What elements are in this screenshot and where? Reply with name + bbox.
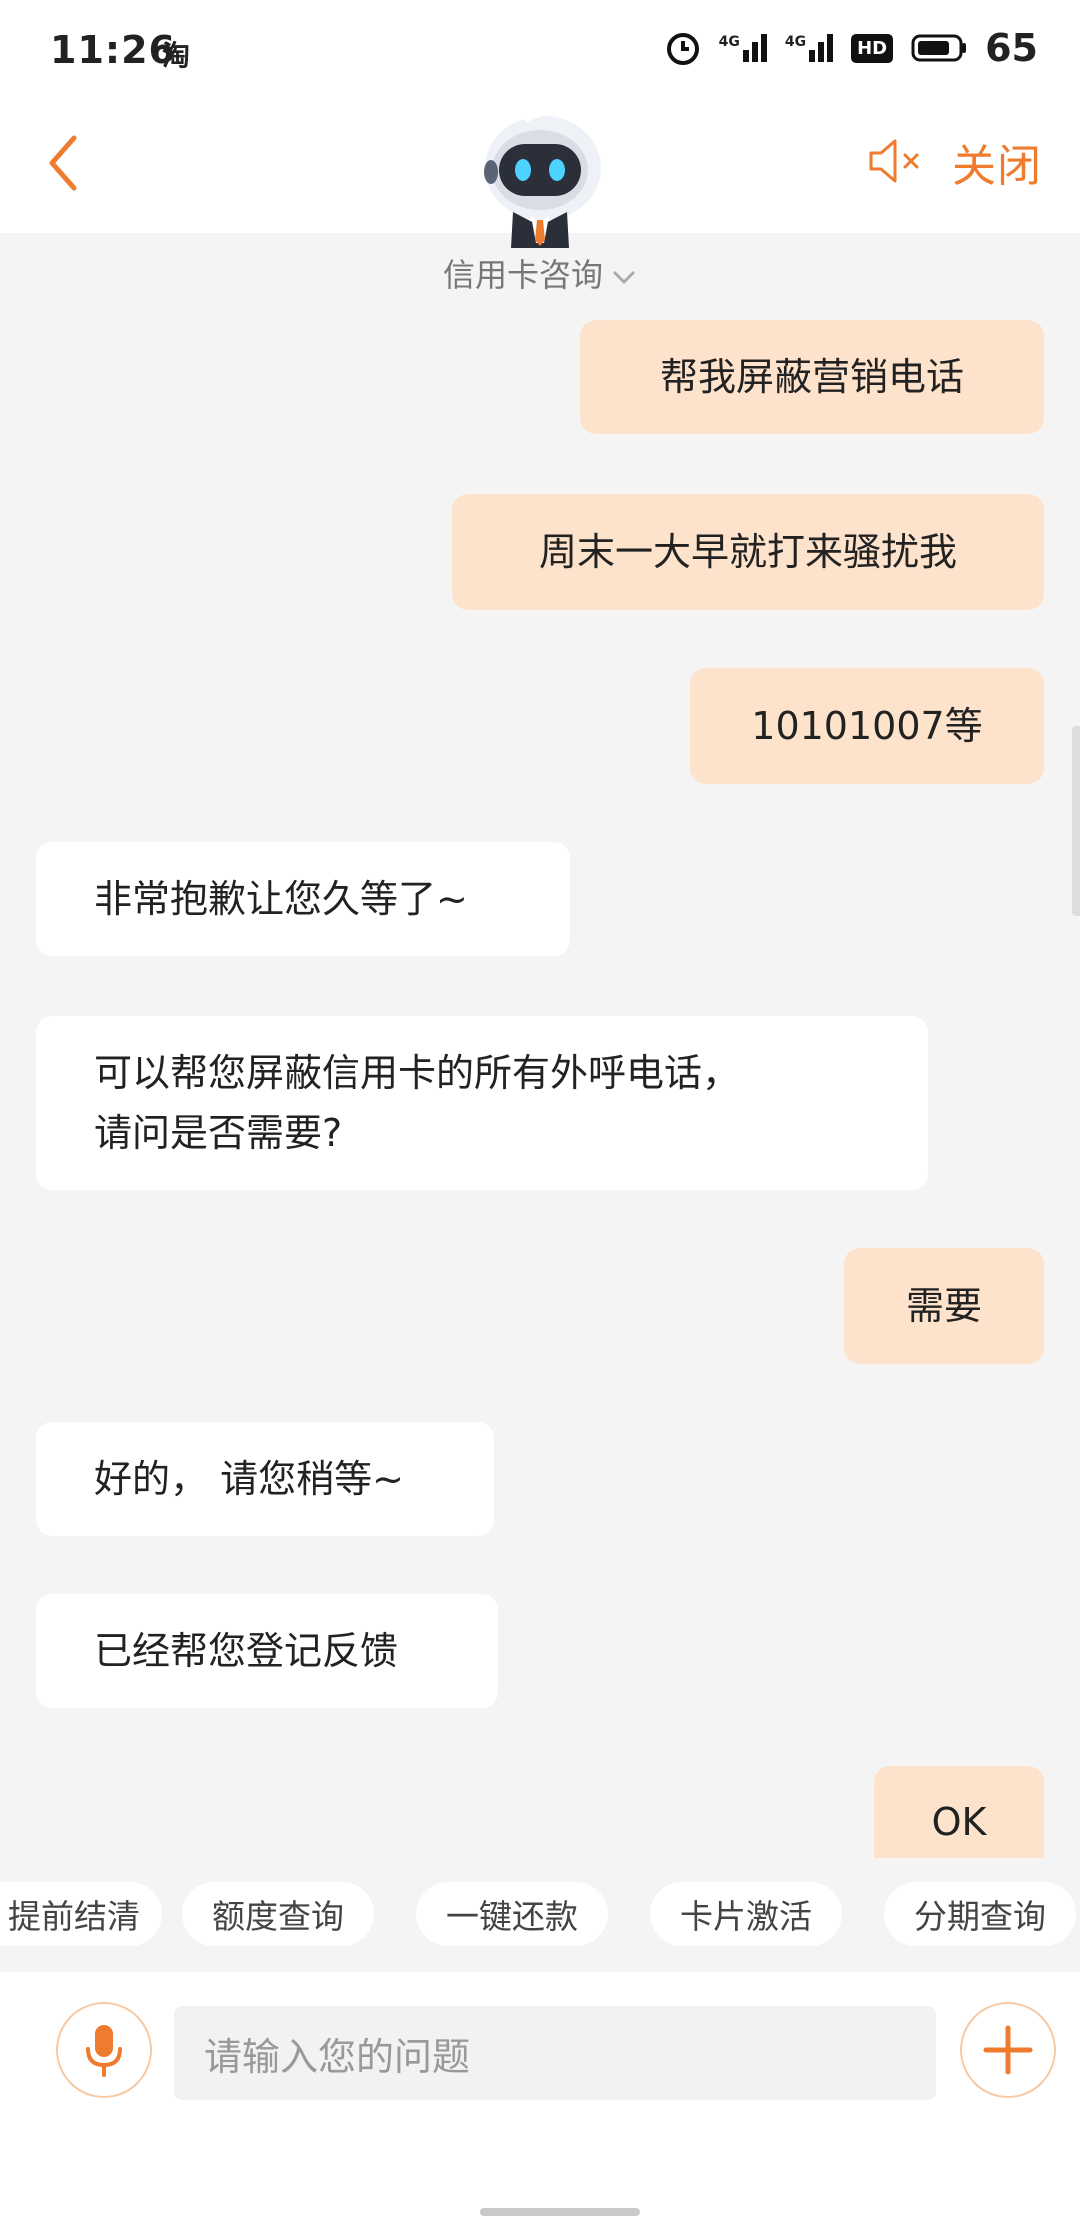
bot-message: 好的， 请您稍等~ bbox=[36, 1422, 494, 1536]
plus-icon bbox=[983, 2025, 1033, 2075]
mute-icon[interactable] bbox=[865, 136, 925, 186]
signal-icon-2: 4G bbox=[784, 34, 834, 62]
user-message: 10101007等 bbox=[690, 668, 1044, 784]
topic-label: 信用卡咨询 bbox=[442, 256, 603, 294]
chip-label: 额度查询 bbox=[212, 1897, 344, 1936]
message-text: OK bbox=[931, 1800, 987, 1844]
more-options-button[interactable] bbox=[960, 2002, 1056, 2098]
voice-input-button[interactable] bbox=[56, 2002, 152, 2098]
message-text-line-1: 可以帮您屏蔽信用卡的所有外呼电话， bbox=[94, 1051, 741, 1095]
microphone-icon bbox=[86, 2025, 122, 2077]
quick-action-chip[interactable]: 一键还款 bbox=[416, 1882, 608, 1946]
user-message: 需要 bbox=[844, 1248, 1044, 1364]
home-indicator[interactable] bbox=[480, 2208, 640, 2216]
quick-action-chip[interactable]: 额度查询 bbox=[182, 1882, 374, 1946]
topic-selector[interactable]: 信用卡咨询 bbox=[0, 250, 1080, 296]
signal-icon: 4G bbox=[719, 34, 767, 62]
message-text: 好的， 请您稍等~ bbox=[94, 1457, 404, 1501]
bot-message: 非常抱歉让您久等了~ bbox=[36, 842, 570, 956]
user-message: 帮我屏蔽营销电话 bbox=[580, 320, 1044, 434]
taobao-notification-icon: 淘 bbox=[162, 39, 191, 72]
user-message: 周末一大早就打来骚扰我 bbox=[452, 494, 1044, 610]
robot-avatar-icon bbox=[484, 109, 601, 248]
status-icons: 4G 4G HD 65 bbox=[665, 26, 1038, 70]
message-text: 需要 bbox=[905, 1284, 982, 1328]
input-bar: 请输入您的问题 bbox=[0, 1972, 1080, 2232]
chip-label: 提前结清 bbox=[8, 1897, 140, 1936]
user-message: OK bbox=[874, 1766, 1044, 1858]
network-type-label-2: 4G bbox=[784, 34, 807, 50]
input-placeholder: 请输入您的问题 bbox=[204, 2034, 471, 2079]
battery-level: 65 bbox=[985, 26, 1038, 70]
quick-action-chip[interactable]: 分期查询 bbox=[884, 1882, 1076, 1946]
chip-label: 分期查询 bbox=[914, 1897, 1046, 1936]
network-type-label: 4G bbox=[718, 34, 740, 50]
message-text: 已经帮您登记反馈 bbox=[94, 1629, 399, 1673]
quick-action-chip[interactable]: 卡片激活 bbox=[650, 1882, 842, 1946]
chip-label: 一键还款 bbox=[446, 1897, 578, 1936]
message-input[interactable]: 请输入您的问题 bbox=[174, 2006, 936, 2100]
alarm-icon bbox=[666, 33, 699, 65]
hd-icon: HD bbox=[851, 33, 894, 63]
bot-message: 可以帮您屏蔽信用卡的所有外呼电话， 请问是否需要? bbox=[36, 1016, 928, 1190]
close-button[interactable]: 关闭 bbox=[952, 130, 1042, 194]
message-text-line-2: 请问是否需要? bbox=[94, 1111, 343, 1155]
chip-label: 卡片激活 bbox=[680, 1897, 812, 1936]
scroll-edge-handle[interactable] bbox=[1072, 726, 1080, 916]
chat-header: 关闭 bbox=[0, 108, 1080, 248]
message-text: 帮我屏蔽营销电话 bbox=[659, 355, 964, 399]
status-time: 11:26 bbox=[50, 28, 176, 72]
message-text: 周末一大早就打来骚扰我 bbox=[538, 530, 957, 574]
bot-message: 已经帮您登记反馈 bbox=[36, 1594, 498, 1708]
quick-action-chip[interactable]: 提前结清 bbox=[0, 1882, 162, 1946]
chevron-down-icon bbox=[612, 270, 636, 285]
back-arrow-icon[interactable] bbox=[38, 128, 98, 198]
message-text: 非常抱歉让您久等了~ bbox=[94, 877, 468, 921]
status-bar: 11:26 淘 4G 4G HD 65 bbox=[0, 0, 1080, 108]
message-text: 10101007等 bbox=[751, 704, 983, 748]
battery-icon bbox=[911, 34, 967, 62]
quick-actions-bar: 提前结清 额度查询 一键还款 卡片激活 分期查询 bbox=[0, 1882, 1080, 1948]
